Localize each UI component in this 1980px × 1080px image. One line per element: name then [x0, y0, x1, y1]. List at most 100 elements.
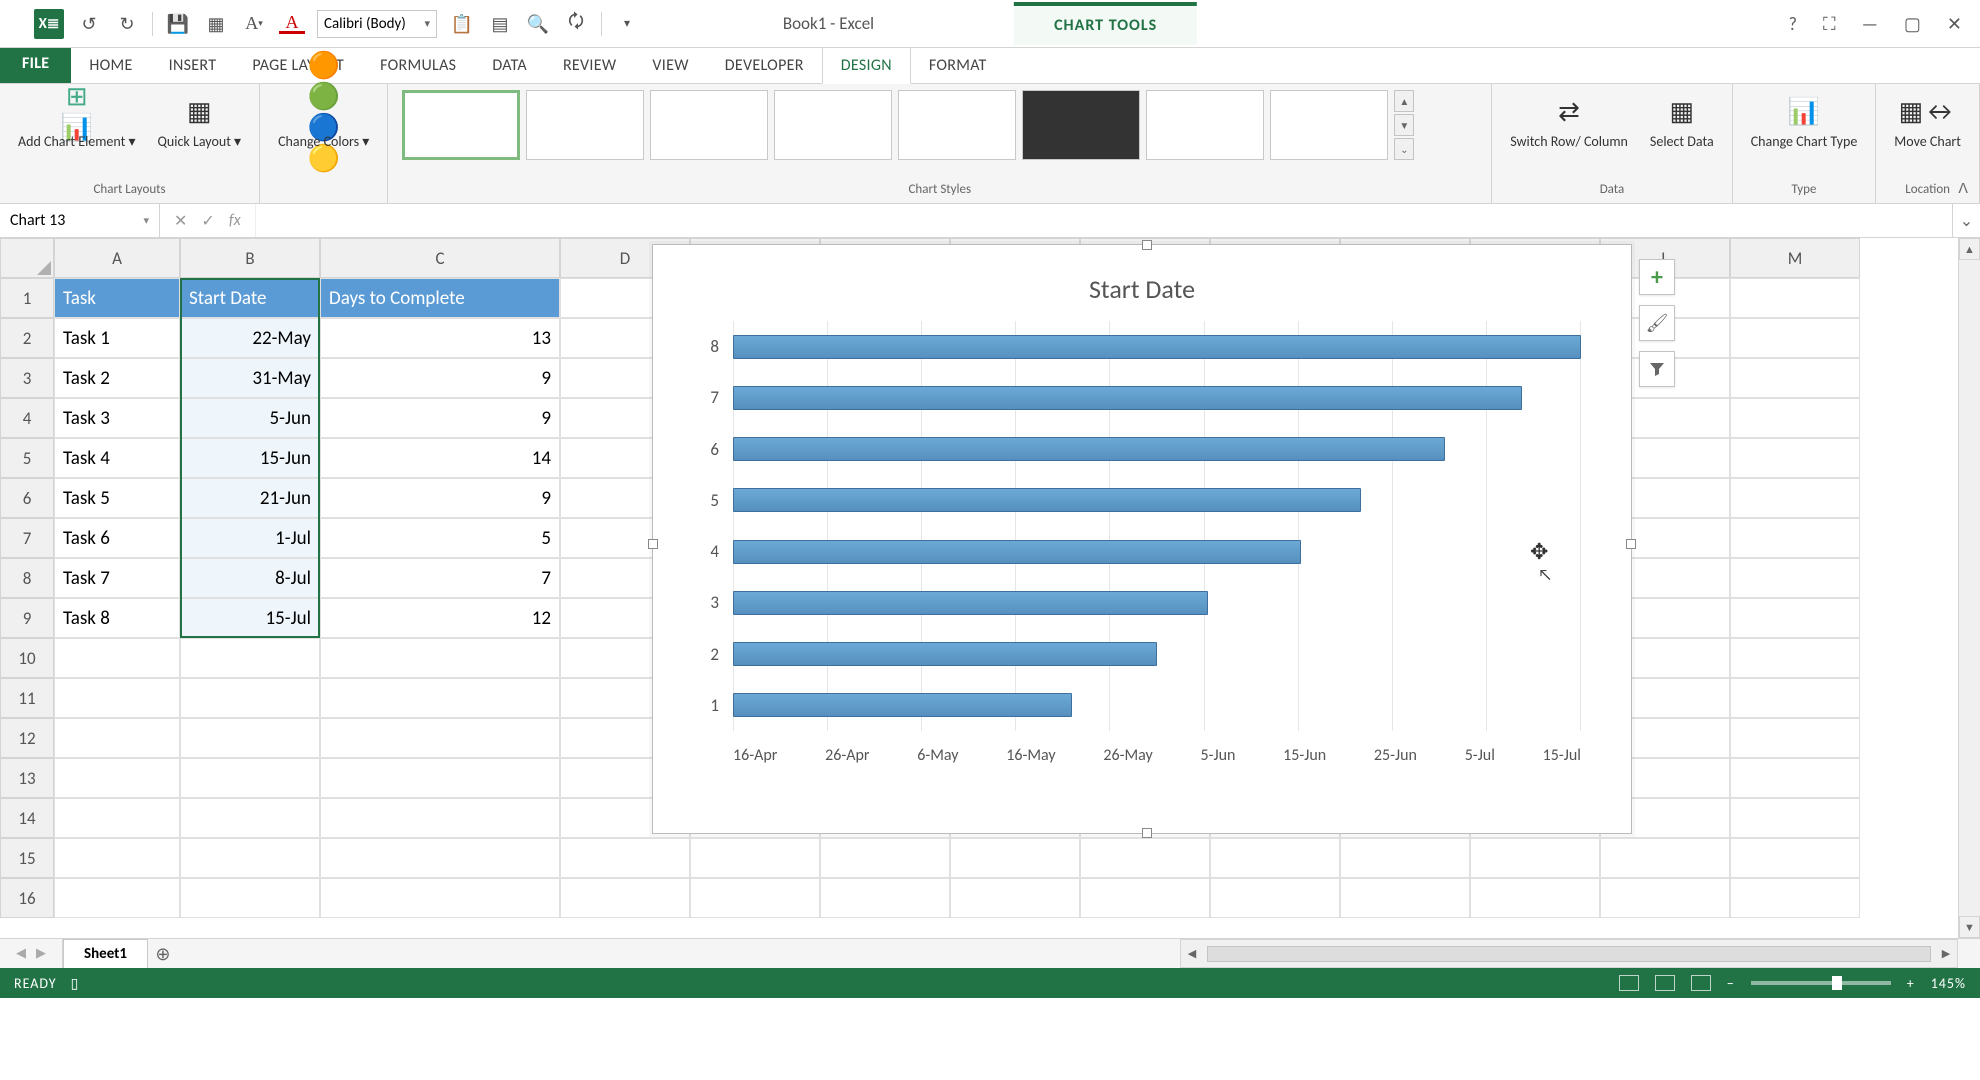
ribbon-display-icon[interactable]: ⛶ — [1823, 13, 1836, 35]
style-thumb-2[interactable] — [526, 90, 644, 160]
cell[interactable]: 5-Jun — [180, 398, 320, 438]
cell[interactable]: Task 1 — [54, 318, 180, 358]
row-header[interactable]: 7 — [0, 518, 54, 558]
cell[interactable] — [320, 678, 560, 718]
cell[interactable] — [690, 838, 820, 878]
cell[interactable]: Task 3 — [54, 398, 180, 438]
cell[interactable] — [180, 678, 320, 718]
cell[interactable] — [1080, 878, 1210, 918]
save-icon[interactable]: 💾 — [165, 11, 191, 37]
print-preview-icon[interactable]: ▦ — [203, 11, 229, 37]
chart-bar[interactable] — [733, 540, 1301, 564]
cell[interactable] — [1730, 358, 1860, 398]
cell[interactable]: 15-Jul — [180, 598, 320, 638]
tab-insert[interactable]: INSERT — [151, 48, 235, 83]
quick-layout-button[interactable]: ▦Quick Layout ▾ — [154, 90, 246, 155]
cell[interactable]: 9 — [320, 358, 560, 398]
cell[interactable] — [320, 798, 560, 838]
chart-style-gallery[interactable]: ▲ ▼ ⌄ — [402, 90, 1414, 160]
cell[interactable]: 8-Jul — [180, 558, 320, 598]
cell[interactable] — [54, 758, 180, 798]
cell[interactable] — [1340, 878, 1470, 918]
page-break-view-icon[interactable] — [1691, 975, 1711, 991]
cell[interactable] — [1730, 838, 1860, 878]
worksheet[interactable]: ABCDEFGHIJKLM1TaskStart DateDays to Comp… — [0, 238, 1980, 938]
cell[interactable]: Days to Complete — [320, 278, 560, 318]
gallery-more-icon[interactable]: ⌄ — [1394, 138, 1414, 160]
chart-bar[interactable] — [733, 693, 1072, 717]
horizontal-scrollbar[interactable]: ◀ ▶ — [1180, 939, 1958, 968]
style-thumb-4[interactable] — [774, 90, 892, 160]
cell[interactable] — [1730, 718, 1860, 758]
cell[interactable]: Task 2 — [54, 358, 180, 398]
normal-view-icon[interactable] — [1619, 975, 1639, 991]
tab-review[interactable]: REVIEW — [545, 48, 634, 83]
chart-plot-area[interactable]: 12345678 16-Apr26-Apr6-May16-May26-May5-… — [723, 321, 1581, 731]
row-header[interactable]: 11 — [0, 678, 54, 718]
row-header[interactable]: 13 — [0, 758, 54, 798]
font-size-icon[interactable]: A▾ — [241, 11, 267, 37]
add-chart-element-button[interactable]: ⊞📊Add Chart Element ▾ — [14, 90, 140, 155]
style-thumb-1[interactable] — [402, 90, 520, 160]
tab-formulas[interactable]: FORMULAS — [362, 48, 474, 83]
cell[interactable] — [1730, 638, 1860, 678]
cell[interactable] — [1470, 878, 1600, 918]
tab-view[interactable]: VIEW — [634, 48, 706, 83]
cell[interactable]: 1-Jul — [180, 518, 320, 558]
chart-bar[interactable] — [733, 386, 1522, 410]
cell[interactable] — [560, 838, 690, 878]
cell[interactable] — [1730, 278, 1860, 318]
formula-input[interactable] — [256, 204, 1952, 237]
font-color-icon[interactable]: A — [279, 14, 305, 34]
style-thumb-3[interactable] — [650, 90, 768, 160]
chart-bar[interactable] — [733, 488, 1361, 512]
cell[interactable]: Task 5 — [54, 478, 180, 518]
cell[interactable] — [180, 838, 320, 878]
cell[interactable] — [1730, 598, 1860, 638]
close-icon[interactable]: ✕ — [1947, 13, 1962, 35]
chart-elements-button[interactable]: + — [1639, 259, 1675, 295]
row-header[interactable]: 5 — [0, 438, 54, 478]
hscroll-left-icon[interactable]: ◀ — [1181, 940, 1203, 967]
column-header[interactable]: C — [320, 238, 560, 278]
zoom-icon[interactable]: 🔍 — [525, 11, 551, 37]
cell[interactable] — [1730, 678, 1860, 718]
chart-title[interactable]: Start Date — [653, 245, 1631, 321]
cell[interactable]: Task 6 — [54, 518, 180, 558]
cell[interactable] — [180, 758, 320, 798]
chart-filters-button[interactable] — [1639, 351, 1675, 387]
gallery-up-icon[interactable]: ▲ — [1394, 90, 1414, 112]
cell[interactable]: 14 — [320, 438, 560, 478]
cell[interactable] — [1600, 838, 1730, 878]
column-header[interactable]: M — [1730, 238, 1860, 278]
minimize-icon[interactable]: — — [1862, 13, 1878, 35]
cell[interactable] — [54, 798, 180, 838]
scroll-up-icon[interactable]: ▲ — [1959, 238, 1980, 260]
cancel-formula-icon[interactable]: ✕ — [174, 211, 187, 231]
chart-bar[interactable] — [733, 437, 1445, 461]
cell[interactable] — [320, 718, 560, 758]
change-chart-type-button[interactable]: 📊Change Chart Type — [1747, 90, 1862, 155]
cell[interactable] — [690, 878, 820, 918]
row-header[interactable]: 8 — [0, 558, 54, 598]
zoom-out-icon[interactable]: − — [1727, 975, 1735, 992]
cell[interactable] — [1600, 878, 1730, 918]
cell[interactable] — [1730, 798, 1860, 838]
zoom-in-icon[interactable]: + — [1907, 975, 1915, 992]
chart-bar[interactable] — [733, 591, 1208, 615]
cell[interactable]: 9 — [320, 478, 560, 518]
column-header[interactable]: A — [54, 238, 180, 278]
cell[interactable] — [1210, 838, 1340, 878]
cell[interactable] — [1080, 838, 1210, 878]
tab-design[interactable]: DESIGN — [822, 47, 911, 84]
row-header[interactable]: 9 — [0, 598, 54, 638]
cell[interactable] — [950, 878, 1080, 918]
style-thumb-7[interactable] — [1146, 90, 1264, 160]
cell[interactable]: 21-Jun — [180, 478, 320, 518]
page-layout-view-icon[interactable] — [1655, 975, 1675, 991]
style-thumb-5[interactable] — [898, 90, 1016, 160]
cell[interactable]: Task 4 — [54, 438, 180, 478]
cell[interactable] — [820, 878, 950, 918]
tab-scroll-right-icon[interactable]: ▶ — [36, 946, 46, 961]
maximize-icon[interactable]: ▢ — [1904, 13, 1921, 35]
